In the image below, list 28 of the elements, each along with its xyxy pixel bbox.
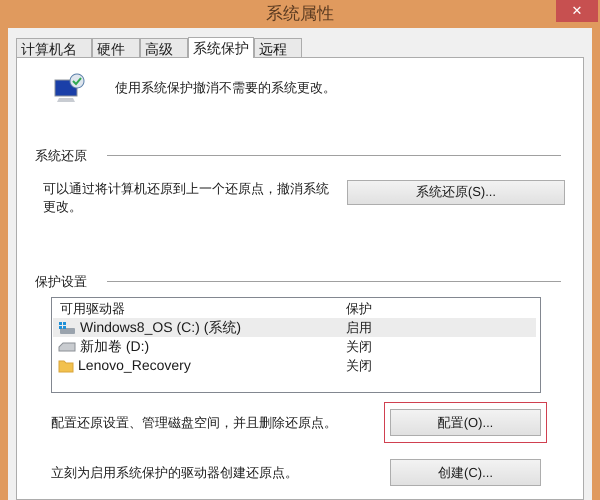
drive-name: Lenovo_Recovery — [78, 356, 191, 375]
action-button[interactable]: 创建(C)... — [390, 459, 541, 486]
tab[interactable]: 计算机名 — [16, 38, 92, 57]
drive-row[interactable]: Windows8_OS (C:) (系统) 启用 — [53, 318, 536, 337]
folder-icon — [58, 358, 74, 372]
group-heading: 系统还原 — [35, 147, 87, 165]
close-button[interactable]: ✕ — [556, 0, 598, 22]
action-description: 立刻为启用系统保护的驱动器创建还原点。 — [51, 464, 298, 482]
drive-name: Windows8_OS (C:) (系统) — [80, 318, 242, 337]
tab[interactable]: 系统保护 — [188, 37, 254, 58]
action-button[interactable]: 配置(O)... — [390, 409, 541, 436]
window-title: 系统属性 — [266, 3, 334, 26]
group-heading: 保护设置 — [35, 272, 87, 290]
restore-description: 可以通过将计算机还原到上一个还原点，撤消系统更改。 — [43, 180, 330, 216]
tab[interactable]: 远程 — [254, 38, 302, 57]
protection-status: 关闭 — [345, 356, 372, 375]
intro-text: 使用系统保护撤消不需要的系统更改。 — [115, 79, 336, 98]
tab[interactable]: 硬件 — [92, 38, 140, 57]
protection-status: 启用 — [345, 318, 372, 337]
system-drive-icon — [58, 320, 76, 334]
tab[interactable]: 高级 — [140, 38, 188, 57]
column-header[interactable]: 可用驱动器 — [53, 298, 343, 318]
drive-name: 新加卷 (D:) — [80, 337, 150, 356]
action-description: 配置还原设置、管理磁盘空间，并且删除还原点。 — [51, 414, 337, 432]
drive-icon — [58, 340, 76, 352]
protection-status: 关闭 — [345, 338, 372, 356]
column-header[interactable]: 保护 — [343, 298, 372, 318]
system-restore-button[interactable]: 系统还原(S)... — [346, 180, 565, 204]
